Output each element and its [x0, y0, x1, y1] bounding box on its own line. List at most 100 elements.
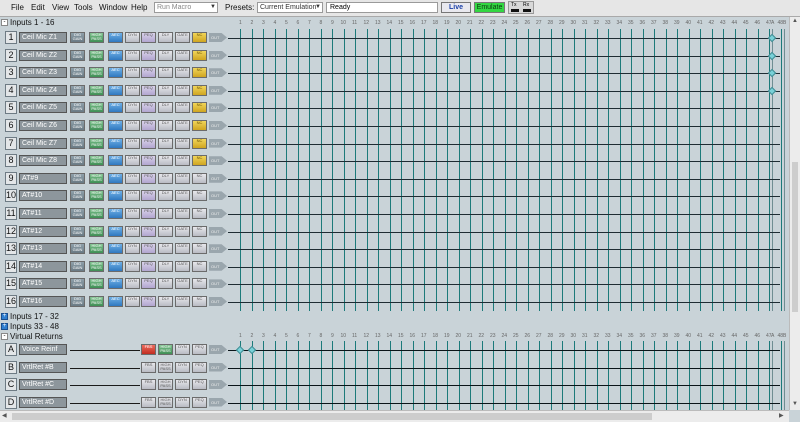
input-number[interactable]: 3 [5, 66, 17, 80]
block-eq-button[interactable]: PEQ [141, 137, 156, 149]
block-eq-button[interactable]: PEQ [141, 243, 156, 255]
block-aec-button[interactable]: AEC [108, 278, 123, 290]
block-hp-button[interactable]: HIGH PASS [89, 278, 104, 290]
block-hp-button[interactable]: HIGH PASS [89, 208, 104, 219]
run-macro-dropdown[interactable]: Run Macro ▼ [154, 2, 218, 13]
block-dyn-button[interactable]: DYN [125, 49, 140, 61]
block-gate-button[interactable]: GATE [175, 32, 190, 43]
vr-block-fbs-button[interactable]: FBS [141, 344, 156, 355]
block-dyn-button[interactable]: DYN [125, 296, 140, 307]
block-nc-button[interactable]: NC [192, 49, 207, 61]
input-output-arrow-icon[interactable]: OUT [209, 173, 227, 183]
virtual-return-name-field[interactable]: VrtlRet #B [19, 361, 67, 373]
virtual-return-arrow-icon[interactable]: OUT [209, 380, 227, 389]
block-grey-button[interactable]: DLY [158, 296, 173, 307]
input-number[interactable]: 7 [5, 136, 17, 150]
block-dyn-button[interactable]: DYN [125, 67, 140, 79]
block-dyn-button[interactable]: DYN [125, 84, 140, 96]
block-grey-button[interactable]: DLY [158, 84, 173, 96]
input-output-arrow-icon[interactable]: OUT [209, 138, 227, 148]
block-grey-button[interactable]: DLY [158, 190, 173, 202]
block-eq-button[interactable]: PEQ [141, 49, 156, 61]
block-dyn-button[interactable]: DYN [125, 208, 140, 219]
block-dyn-button[interactable]: DYN [125, 32, 140, 43]
input-output-arrow-icon[interactable]: OUT [209, 156, 227, 166]
block-grey-button[interactable]: DLY [158, 278, 173, 290]
block-eq-button[interactable]: PEQ [141, 190, 156, 202]
block-dyn-button[interactable]: DYN [125, 155, 140, 167]
input-number[interactable]: 1 [5, 31, 17, 44]
block-aec-button[interactable]: AEC [108, 120, 123, 131]
input-output-arrow-icon[interactable]: OUT [209, 85, 227, 95]
block-dyn-button[interactable]: DYN [125, 137, 140, 149]
input-output-arrow-icon[interactable]: OUT [209, 191, 227, 201]
block-aec-button[interactable]: AEC [108, 155, 123, 167]
input-output-arrow-icon[interactable]: OUT [209, 121, 227, 130]
block-aec-button[interactable]: AEC [108, 190, 123, 202]
block-eq-button[interactable]: PEQ [141, 260, 156, 272]
vr-block-hp-button[interactable]: HIGH PASS [158, 396, 173, 408]
block-gate-button[interactable]: GATE [175, 225, 190, 237]
block-hp-button[interactable]: HIGH PASS [89, 67, 104, 79]
vr-block-eq-button[interactable]: PEQ [192, 396, 207, 408]
block-gate-button[interactable]: GATE [175, 260, 190, 272]
block-dig-button[interactable]: DIG GAIN [70, 32, 85, 43]
block-eq-button[interactable]: PEQ [141, 296, 156, 307]
input-output-arrow-icon[interactable]: OUT [209, 103, 227, 113]
block-dig-button[interactable]: DIG GAIN [70, 208, 85, 219]
input-name-field[interactable]: AT#14 [19, 260, 67, 272]
input-output-arrow-icon[interactable]: OUT [209, 226, 227, 236]
vertical-scroll-thumb[interactable] [792, 162, 798, 312]
input-name-field[interactable]: Ceil Mic Z5 [19, 102, 67, 114]
block-aec-button[interactable]: AEC [108, 102, 123, 114]
block-gate-button[interactable]: GATE [175, 172, 190, 184]
input-output-arrow-icon[interactable]: OUT [209, 297, 227, 306]
input-number[interactable]: 2 [5, 48, 17, 62]
block-eq-button[interactable]: PEQ [141, 84, 156, 96]
virtual-return-letter[interactable]: C [5, 378, 17, 391]
block-hp-button[interactable]: HIGH PASS [89, 49, 104, 61]
input-name-field[interactable]: Ceil Mic Z1 [19, 32, 67, 43]
input-name-field[interactable]: Ceil Mic Z3 [19, 67, 67, 79]
virtual-return-letter[interactable]: A [5, 343, 17, 356]
block-hp-button[interactable]: HIGH PASS [89, 296, 104, 307]
block-grey-button[interactable]: DLY [158, 243, 173, 255]
block-gate-button[interactable]: GATE [175, 120, 190, 131]
block-nc-button[interactable]: NC [192, 260, 207, 272]
block-dig-button[interactable]: DIG GAIN [70, 84, 85, 96]
block-hp-button[interactable]: HIGH PASS [89, 190, 104, 202]
block-dig-button[interactable]: DIG GAIN [70, 102, 85, 114]
input-output-arrow-icon[interactable]: OUT [209, 68, 227, 78]
block-grey-button[interactable]: DLY [158, 102, 173, 114]
input-name-field[interactable]: Ceil Mic Z4 [19, 84, 67, 96]
block-gate-button[interactable]: GATE [175, 296, 190, 307]
input-name-field[interactable]: AT#11 [19, 208, 67, 219]
vr-block-dyn-button[interactable]: DYN [175, 361, 190, 373]
block-gate-button[interactable]: GATE [175, 49, 190, 61]
block-dig-button[interactable]: DIG GAIN [70, 137, 85, 149]
block-dyn-button[interactable]: DYN [125, 278, 140, 290]
section-inputs-33-48[interactable]: Inputs 33 - 48 [10, 322, 59, 332]
input-number[interactable]: 14 [5, 259, 17, 273]
input-output-arrow-icon[interactable]: OUT [209, 244, 227, 254]
block-hp-button[interactable]: HIGH PASS [89, 172, 104, 184]
block-dyn-button[interactable]: DYN [125, 225, 140, 237]
block-aec-button[interactable]: AEC [108, 296, 123, 307]
block-aec-button[interactable]: AEC [108, 32, 123, 43]
block-dyn-button[interactable]: DYN [125, 172, 140, 184]
input-name-field[interactable]: AT#13 [19, 243, 67, 255]
virtual-return-arrow-icon[interactable]: OUT [209, 397, 227, 407]
block-nc-button[interactable]: NC [192, 32, 207, 43]
block-gate-button[interactable]: GATE [175, 67, 190, 79]
collapse-inputs-1-16-icon[interactable]: - [1, 19, 8, 26]
input-number[interactable]: 11 [5, 207, 17, 220]
block-grey-button[interactable]: DLY [158, 155, 173, 167]
block-eq-button[interactable]: PEQ [141, 278, 156, 290]
block-grey-button[interactable]: DLY [158, 120, 173, 131]
input-number[interactable]: 15 [5, 277, 17, 291]
vr-block-fbs-button[interactable]: FBS [141, 361, 156, 373]
block-grey-button[interactable]: DLY [158, 225, 173, 237]
block-aec-button[interactable]: AEC [108, 260, 123, 272]
vr-block-hp-button[interactable]: HIGH PASS [158, 361, 173, 373]
block-aec-button[interactable]: AEC [108, 208, 123, 219]
